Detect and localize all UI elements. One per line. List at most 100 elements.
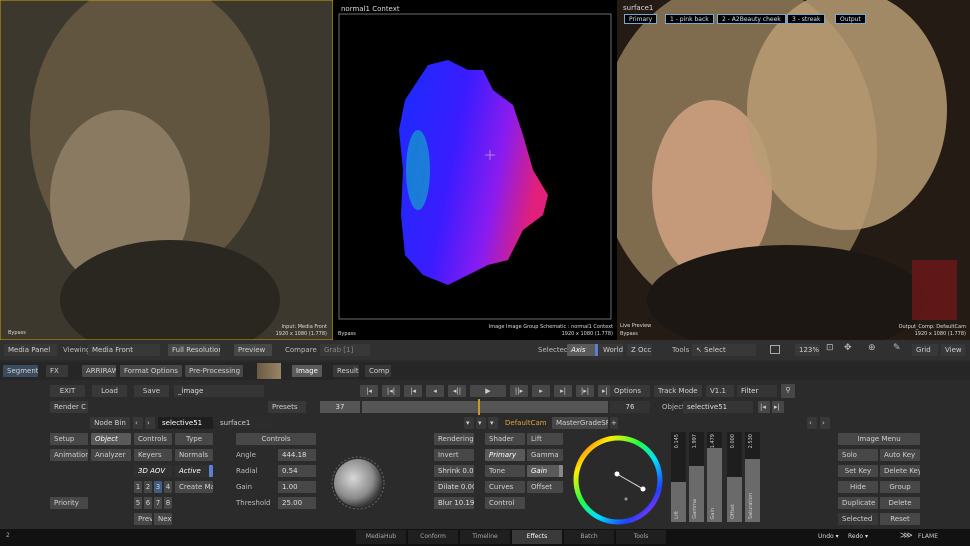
node-bin-button[interactable]: Node Bin	[90, 417, 130, 429]
version-field[interactable]: V1.1	[706, 385, 734, 397]
timeline-scrubber[interactable]	[362, 401, 608, 413]
comp-tab[interactable]: Comp	[365, 365, 391, 377]
tab-timeline[interactable]: Timeline	[460, 530, 510, 544]
media-front-dropdown[interactable]: Media Front	[88, 344, 160, 356]
control-button[interactable]: Control	[485, 497, 525, 509]
viewer-tag-beauty-cheek[interactable]: 2 - A2Beauty cheek	[717, 14, 786, 24]
normal-sphere-control[interactable]	[330, 455, 386, 511]
selective51-tab[interactable]: selective51	[158, 417, 213, 429]
image-node[interactable]: Image	[292, 365, 322, 377]
viewer-tag-output[interactable]: Output	[835, 14, 866, 24]
left-arrow-button[interactable]: ‹	[133, 417, 143, 429]
duplicate-button[interactable]: Duplicate	[838, 497, 878, 509]
gain-field[interactable]: 1.00	[278, 481, 316, 493]
controls-dropdown[interactable]: Controls	[134, 433, 172, 445]
go-start-button[interactable]: |◂	[360, 385, 378, 397]
dilate-field[interactable]: Dilate 0.00%	[434, 481, 474, 493]
gamma-button[interactable]: Gamma	[527, 449, 563, 461]
curves-button[interactable]: Curves	[485, 481, 525, 493]
prev-page-button[interactable]: Prev	[134, 513, 152, 525]
prev-frame-button[interactable]: |◂	[404, 385, 422, 397]
format-options-node[interactable]: Format Options	[120, 365, 182, 377]
down-arrow-button-2[interactable]: ▾	[476, 417, 486, 429]
save-button[interactable]: Save	[134, 385, 169, 397]
playhead[interactable]	[478, 399, 480, 415]
page-7-button[interactable]: 7	[154, 497, 162, 509]
view-dropdown[interactable]: View	[941, 344, 965, 356]
options-dropdown[interactable]: Options	[610, 385, 650, 397]
keyers-dropdown[interactable]: Keyers	[134, 449, 172, 461]
image-menu-header[interactable]: Image Menu	[838, 433, 920, 445]
select-tool-dropdown[interactable]: ↖ Select	[692, 344, 756, 356]
type-button[interactable]: Type	[175, 433, 213, 445]
step-forward-button[interactable]: ▸	[532, 385, 550, 397]
page-3-button[interactable]: 3	[154, 481, 162, 493]
viewer-tag-streak[interactable]: 3 - streak	[787, 14, 826, 24]
blur-field[interactable]: Blur 10.19%	[434, 497, 474, 509]
pre-processing-node[interactable]: Pre-Processing	[185, 365, 243, 377]
track-mode-dropdown[interactable]: Track Mode	[654, 385, 702, 397]
default-cam-tab[interactable]: DefaultCam	[501, 417, 549, 429]
next-frame-button[interactable]: ▸|	[554, 385, 572, 397]
zocc-button[interactable]: Z Occ	[627, 344, 652, 356]
right-viewport[interactable]: surface1 Primary 1 - pink back 2 - A2Bea…	[617, 0, 970, 340]
setup-button[interactable]: Setup	[50, 433, 88, 445]
filter-field[interactable]: Filter	[737, 385, 777, 397]
page-5-button[interactable]: 5	[134, 497, 142, 509]
center-viewport[interactable]: normal1 Context Bypass Image Image Group…	[333, 0, 617, 340]
object-dropdown[interactable]: Object	[91, 433, 131, 445]
saturation-slider[interactable]: 2.530 Saturation	[745, 432, 760, 522]
pan-icon[interactable]: ✥	[844, 343, 852, 353]
page-1-button[interactable]: 1	[134, 481, 142, 493]
exit-button[interactable]: EXIT	[50, 385, 85, 397]
grid-dropdown[interactable]: Grid	[912, 344, 938, 356]
presets-dropdown[interactable]: Presets	[268, 401, 306, 413]
down-arrow-button-3[interactable]: ▾	[488, 417, 498, 429]
navigate-icon[interactable]: ⊕	[868, 343, 876, 353]
down-arrow-button[interactable]: ▾	[464, 417, 474, 429]
fx-tab[interactable]: FX	[46, 365, 68, 377]
delete-key-button[interactable]: Delete Key	[880, 465, 920, 477]
search-icon[interactable]: ⚲	[781, 384, 795, 398]
angle-field[interactable]: 444.18	[278, 449, 316, 461]
create-map-button[interactable]: Create Map	[175, 481, 213, 493]
analyzer-dropdown[interactable]: Analyzer	[91, 449, 131, 461]
color-wheel[interactable]	[570, 432, 666, 528]
page-right-button[interactable]: ›	[820, 417, 830, 429]
delete-button[interactable]: Delete	[880, 497, 920, 509]
page-left-button[interactable]: ‹	[807, 417, 817, 429]
world-button[interactable]: World	[599, 344, 623, 356]
step-back-button[interactable]: ◂	[426, 385, 444, 397]
arriraw-node[interactable]: ARRIRAW	[82, 365, 116, 377]
page-4-button[interactable]: 4	[164, 481, 172, 493]
viewer-tag-primary[interactable]: Primary	[624, 14, 658, 24]
tone-button[interactable]: Tone	[485, 465, 525, 477]
frame-start-field[interactable]: 37	[320, 401, 360, 413]
redo-button[interactable]: Redo ▾	[848, 533, 868, 540]
media-panel-dropdown[interactable]: Media Panel	[4, 344, 57, 356]
active-toggle[interactable]: Active	[175, 465, 213, 477]
page-6-button[interactable]: 6	[144, 497, 152, 509]
right-arrow-button[interactable]: ›	[145, 417, 155, 429]
aov-dropdown[interactable]: 3D AOV	[134, 465, 172, 477]
render-dropdown[interactable]: Render C	[50, 401, 88, 413]
prev-object-button[interactable]: |◂	[758, 401, 770, 413]
play-back-button[interactable]: ◂||	[448, 385, 466, 397]
frame-end-field[interactable]: 76	[610, 401, 650, 413]
axis-button[interactable]: Axis	[567, 344, 595, 356]
next-object-button[interactable]: ▸|	[772, 401, 784, 413]
selected-dropdown[interactable]: Selected	[838, 513, 878, 525]
set-key-button[interactable]: Set Key	[838, 465, 878, 477]
tab-tools[interactable]: Tools	[616, 530, 666, 544]
result-tab[interactable]: Result	[333, 365, 359, 377]
segment-tab[interactable]: Segment	[3, 365, 38, 377]
lift-slider[interactable]: 0.145 Lift	[671, 432, 686, 522]
auto-key-button[interactable]: Auto Key	[880, 449, 920, 461]
pause-button[interactable]: ||▸	[510, 385, 528, 397]
left-viewport[interactable]: Bypass Input: Media Front 1920 x 1080 (1…	[0, 0, 333, 340]
tab-mediahub[interactable]: MediaHub	[356, 530, 406, 544]
viewer-tag-pink-back[interactable]: 1 - pink back	[665, 14, 714, 24]
full-resolution-button[interactable]: Full Resolution	[168, 344, 220, 356]
next-key-button[interactable]: |▸|	[576, 385, 594, 397]
gamma-slider[interactable]: 1.997 Gamma	[689, 432, 704, 522]
